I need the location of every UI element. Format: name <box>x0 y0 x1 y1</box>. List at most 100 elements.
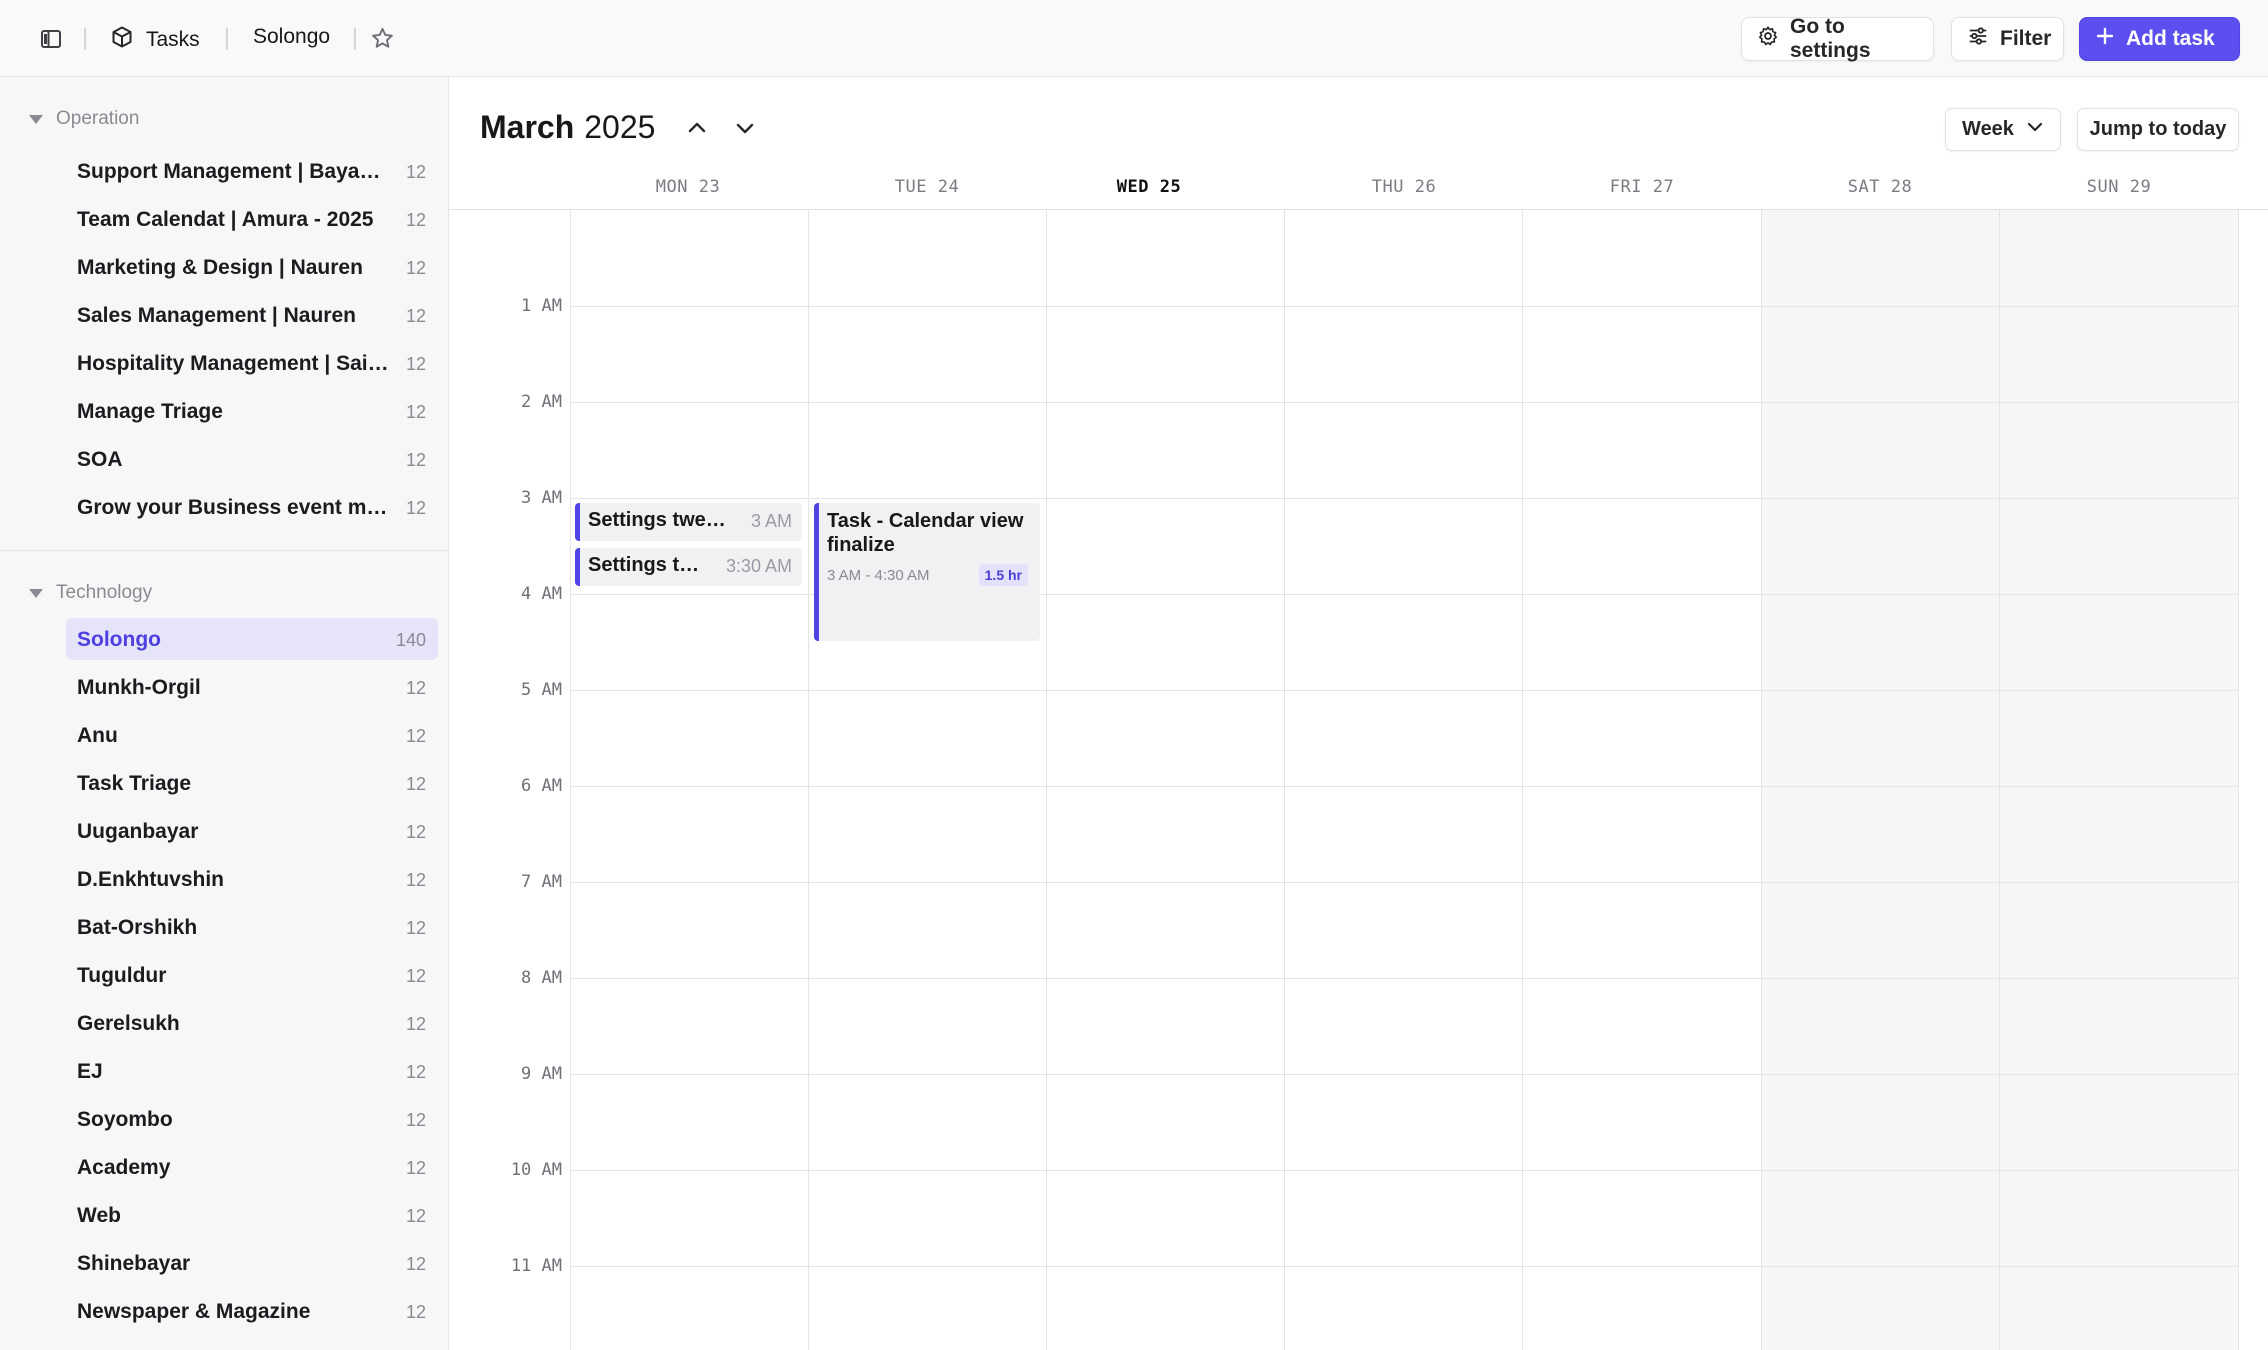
sidebar-item-count: 12 <box>405 918 426 938</box>
event-time: 3 AM <box>750 511 792 531</box>
filter-button[interactable]: Filter <box>1951 17 2064 61</box>
hour-label: 5 AM <box>521 680 562 700</box>
go-to-settings-label: Go to settings <box>1790 15 1871 62</box>
chevron-down-icon[interactable] <box>729 112 761 144</box>
sidebar-item[interactable]: Task Triage 12 <box>66 762 438 804</box>
sidebar-item-label: Bat-Orshikh <box>77 916 198 939</box>
sidebar-item-label: Manage Triage <box>77 400 223 423</box>
group-name: Operation <box>56 108 140 129</box>
day-header: THU 26 <box>1371 177 1437 197</box>
sidebar-item-count: 12 <box>405 1062 426 1082</box>
plus-icon <box>2095 26 2115 52</box>
chevron-up-icon[interactable] <box>681 112 713 144</box>
sidebar-item[interactable]: Sales Management | Nauren 12 <box>66 294 438 336</box>
sidebar-item[interactable]: Hospitality Management | Saikhanbileg 12 <box>66 342 438 384</box>
jump-to-today-button[interactable]: Jump to today <box>2077 108 2239 151</box>
sidebar-item-active[interactable]: Solongo 140 <box>66 618 438 660</box>
event-time-range: 3 AM - 4:30 AM <box>827 567 930 584</box>
group-header-operation[interactable]: Operation <box>29 108 139 130</box>
hour-label: 6 AM <box>521 776 562 796</box>
top-bar: Tasks Solongo Go to settings Filter Add … <box>0 0 2268 77</box>
group-name: Technology <box>56 582 153 603</box>
sidebar-divider <box>0 550 449 551</box>
chevron-down-icon <box>2026 118 2044 142</box>
day-header: SUN 29 <box>2086 177 2152 197</box>
hour-label: 1 AM <box>521 296 562 316</box>
sidebar-item-count: 12 <box>405 354 426 374</box>
sidebar-item-count: 12 <box>405 822 426 842</box>
sidebar-item[interactable]: Academy 12 <box>66 1146 438 1188</box>
calendar-event[interactable]: Settings tweaks 3:30 AM <box>575 548 802 586</box>
breadcrumb-tasks[interactable]: Tasks <box>110 25 200 54</box>
sidebar-item[interactable]: Shinebayar 12 <box>66 1242 438 1284</box>
sidebar-item-label: Anu <box>77 724 118 747</box>
star-icon[interactable] <box>370 26 395 51</box>
go-to-settings-button[interactable]: Go to settings <box>1741 15 1934 62</box>
event-time: 3:30 AM <box>725 556 792 576</box>
sidebar-item-count: 12 <box>405 726 426 746</box>
sidebar-item-label: Gerelsukh <box>77 1012 180 1035</box>
sidebar-item[interactable]: Tuguldur 12 <box>66 954 438 996</box>
jump-to-today-label: Jump to today <box>2089 118 2227 140</box>
sidebar-toggle-icon[interactable] <box>40 28 62 50</box>
day-header-today: WED 25 <box>1116 177 1182 197</box>
sidebar-item-label: D.Enkhtuvshin <box>77 868 225 891</box>
event-title: Settings tweaks <box>588 554 700 576</box>
calendar-event[interactable]: Task - Calendar view finalize 3 AM - 4:3… <box>814 503 1040 641</box>
breadcrumb-current-label: Solongo <box>253 25 331 48</box>
sidebar-item[interactable]: Gerelsukh 12 <box>66 1002 438 1044</box>
sidebar-item[interactable]: D.Enkhtuvshin 12 <box>66 858 438 900</box>
sidebar-item-label: SOA <box>77 448 123 471</box>
sidebar-item-count: 12 <box>405 1110 426 1130</box>
sidebar-item-count: 12 <box>405 774 426 794</box>
sidebar-item[interactable]: Manage Triage 12 <box>66 390 438 432</box>
sidebar-item-label: EJ <box>77 1060 103 1083</box>
sidebar-item[interactable]: Uuganbayar 12 <box>66 810 438 852</box>
sidebar-item-count: 12 <box>405 498 426 518</box>
sidebar-item[interactable]: Marketing & Design | Nauren 12 <box>66 246 438 288</box>
sidebar-item[interactable]: Soyombo 12 <box>66 1098 438 1140</box>
sidebar-item-label: Grow your Business event management <box>77 496 392 519</box>
sidebar-item[interactable]: Munkh-Orgil 12 <box>66 666 438 708</box>
add-task-button[interactable]: Add task <box>2079 17 2240 61</box>
sidebar-item[interactable]: Team Calendat | Amura - 2025 12 <box>66 198 438 240</box>
view-select-label: Week <box>1962 118 2014 140</box>
sidebar-item-label: Solongo <box>77 628 161 651</box>
sidebar-item-count: 12 <box>405 1014 426 1034</box>
sidebar-item-label: Marketing & Design | Nauren <box>77 256 363 279</box>
event-title: Task - Calendar view finalize <box>827 510 1024 556</box>
sidebar-item[interactable]: EJ 12 <box>66 1050 438 1092</box>
day-header: SAT 28 <box>1847 177 1913 197</box>
sidebar-item-label: Newspaper & Magazine <box>77 1300 311 1323</box>
caret-down-icon <box>29 114 43 124</box>
sidebar-item[interactable]: Newspaper & Magazine 12 <box>66 1290 438 1332</box>
sidebar-item-count: 12 <box>405 870 426 890</box>
sidebar-item-count: 12 <box>405 258 426 278</box>
breadcrumb-root-label: Tasks <box>146 27 200 51</box>
calendar-event[interactable]: Settings tweaks 3 AM <box>575 503 802 541</box>
hour-label: 11 AM <box>510 1256 562 1276</box>
sidebar-item[interactable]: Anu 12 <box>66 714 438 756</box>
hour-label: 7 AM <box>521 872 562 892</box>
sidebar-item[interactable]: Grow your Business event management 12 <box>66 486 438 528</box>
sidebar-item-count: 12 <box>405 402 426 422</box>
caret-down-icon <box>29 588 43 598</box>
sidebar-item-label: Tuguldur <box>77 964 167 987</box>
sidebar-item-label: Hospitality Management | Saikhanbileg <box>77 352 392 375</box>
sidebar-item-count: 12 <box>405 1206 426 1226</box>
hour-label: 2 AM <box>521 392 562 412</box>
sidebar-item[interactable]: SOA 12 <box>66 438 438 480</box>
week-grid[interactable]: 1 AM 2 AM 3 AM 4 AM 5 AM 6 AM 7 AM 8 AM … <box>449 210 2268 1350</box>
breadcrumb-current[interactable]: Solongo <box>253 25 330 49</box>
sidebar-item[interactable]: Web 12 <box>66 1194 438 1236</box>
sidebar-item[interactable]: Bat-Orshikh 12 <box>66 906 438 948</box>
sidebar-item[interactable]: Support Management | Bayasgalan 12 <box>66 150 438 192</box>
sidebar-item-count: 12 <box>405 966 426 986</box>
group-header-technology[interactable]: Technology <box>29 582 152 604</box>
sidebar-item-label: Uuganbayar <box>77 820 199 843</box>
calendar-year: 2025 <box>584 109 656 145</box>
hour-label: 9 AM <box>521 1064 562 1084</box>
event-title: Settings tweaks <box>588 509 736 531</box>
view-select[interactable]: Week <box>1945 108 2061 151</box>
sidebar: Operation Support Management | Bayasgala… <box>0 77 449 1350</box>
